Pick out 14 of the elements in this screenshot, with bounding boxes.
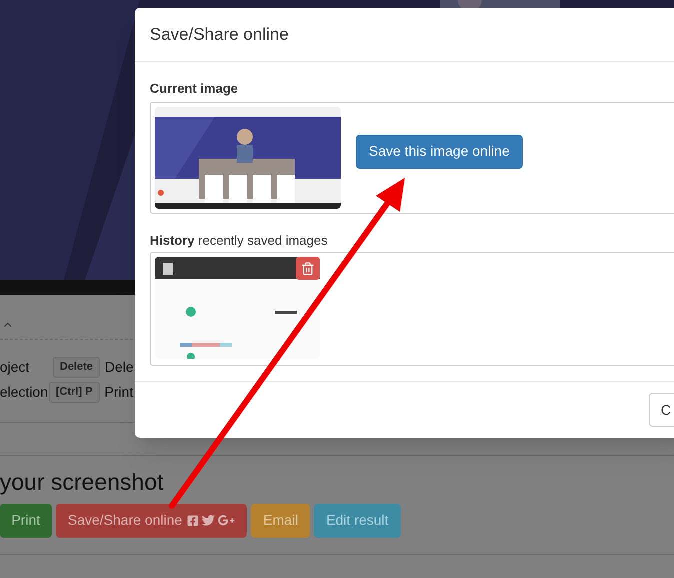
- shortcut-label: oject: [0, 358, 31, 377]
- section-heading: your screenshot: [0, 468, 165, 497]
- close-button[interactable]: C: [649, 393, 674, 427]
- shortcut-label: election: [0, 383, 49, 402]
- action-button[interactable]: Edit result: [314, 504, 401, 538]
- facebook-icon: [187, 514, 200, 527]
- shortcut-description: Print: [104, 383, 134, 402]
- action-button[interactable]: Print: [0, 504, 52, 538]
- action-button[interactable]: Email: [251, 504, 310, 538]
- twitter-icon: [202, 514, 216, 528]
- key-label: [Ctrl] P: [49, 382, 100, 403]
- shortcut-description: Dele: [105, 358, 134, 377]
- share-button[interactable]: Save/Share online: [56, 504, 248, 538]
- key-label: Delete: [53, 357, 100, 378]
